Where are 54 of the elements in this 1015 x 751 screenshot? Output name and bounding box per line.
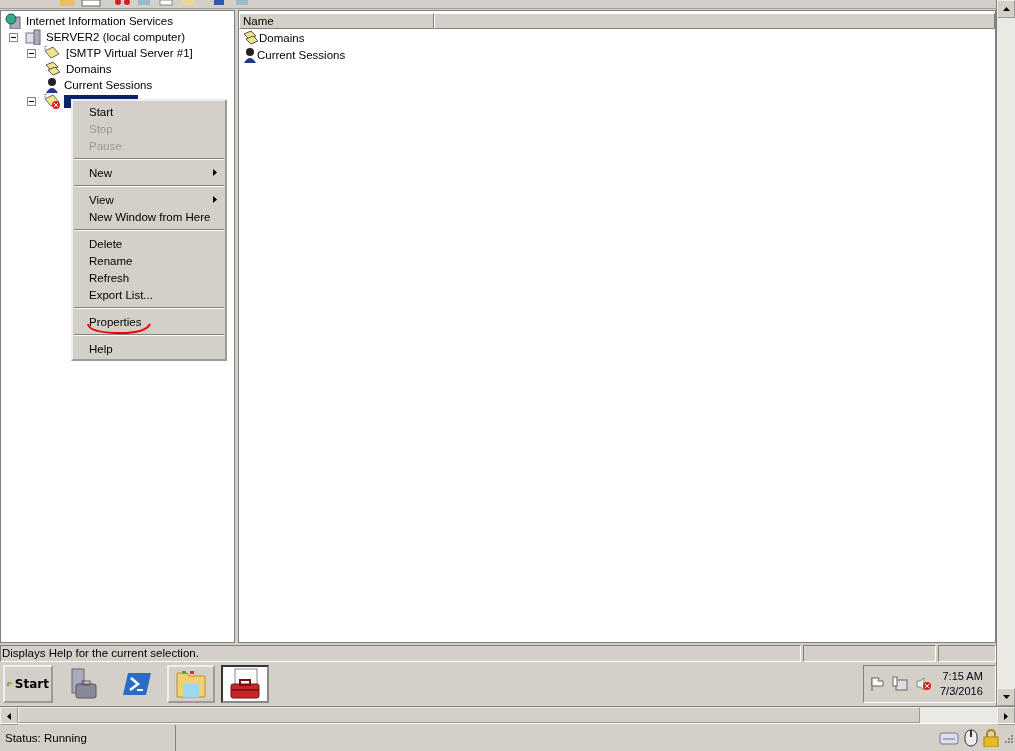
tree-item[interactable]: SERVER2 (local computer) <box>44 31 188 43</box>
menu-item[interactable]: Rename <box>73 252 225 269</box>
up-arrow-icon <box>1002 7 1010 11</box>
clock-time: 7:15 AM <box>942 669 983 684</box>
menu-item[interactable]: Help <box>73 340 225 357</box>
computer-icon <box>25 29 41 45</box>
menu-item[interactable]: New Window from Here <box>73 208 225 225</box>
status-text: Status: Running <box>0 724 176 751</box>
envelopes-icon <box>243 29 259 46</box>
envelopes-icon <box>45 61 61 77</box>
collapse-toggle[interactable] <box>27 96 36 106</box>
list-item[interactable]: Current Sessions <box>257 48 346 61</box>
toolbox-icon <box>229 668 261 700</box>
scroll-up-button[interactable] <box>997 0 1015 18</box>
person-icon <box>243 46 257 63</box>
tree-item[interactable]: Domains <box>64 63 114 75</box>
network-icon[interactable] <box>892 676 908 692</box>
list-item[interactable]: Domains <box>259 31 305 44</box>
status-text: Displays Help for the current selection. <box>0 645 801 662</box>
keyboard-icon <box>939 729 959 746</box>
flag-icon[interactable] <box>870 676 884 692</box>
left-arrow-icon <box>7 712 11 720</box>
tree-item[interactable]: Internet Information Services <box>24 15 175 27</box>
right-arrow-icon <box>1004 712 1008 720</box>
tree-item[interactable]: Current Sessions <box>62 79 155 91</box>
scroll-thumb[interactable] <box>18 707 920 723</box>
resize-grip-icon[interactable] <box>1003 732 1013 743</box>
menu-item[interactable]: Refresh <box>73 269 225 286</box>
globe-server-icon <box>5 13 21 29</box>
menu-item[interactable]: Properties <box>73 313 225 330</box>
muted-speaker-icon[interactable] <box>916 676 932 692</box>
scroll-down-button[interactable] <box>997 688 1015 706</box>
menu-item[interactable]: Export List... <box>73 286 225 303</box>
horizontal-scrollbar[interactable] <box>0 706 1015 723</box>
collapse-toggle[interactable] <box>9 32 18 42</box>
stopped-envelope-icon <box>43 93 61 109</box>
folder-icon <box>175 669 207 699</box>
taskbar-app-button[interactable] <box>221 665 269 703</box>
down-arrow-icon <box>1002 695 1010 699</box>
server-toolbox-icon <box>68 668 98 700</box>
menu-item[interactable]: Delete <box>73 235 225 252</box>
menu-item[interactable]: View <box>73 191 225 208</box>
column-header[interactable]: Name <box>239 13 434 29</box>
collapse-toggle[interactable] <box>27 48 36 58</box>
start-button[interactable]: Start <box>3 665 53 703</box>
menu-item[interactable]: Start <box>73 103 225 120</box>
mouse-icon <box>963 728 979 747</box>
status-panel <box>938 645 996 662</box>
terminal-icon <box>122 672 152 696</box>
lock-icon <box>983 728 999 747</box>
clock-date: 7/3/2016 <box>940 684 983 699</box>
person-icon <box>45 77 59 93</box>
tree-item[interactable]: [SMTP Virtual Server #1] <box>64 47 195 59</box>
menu-item[interactable]: New <box>73 164 225 181</box>
